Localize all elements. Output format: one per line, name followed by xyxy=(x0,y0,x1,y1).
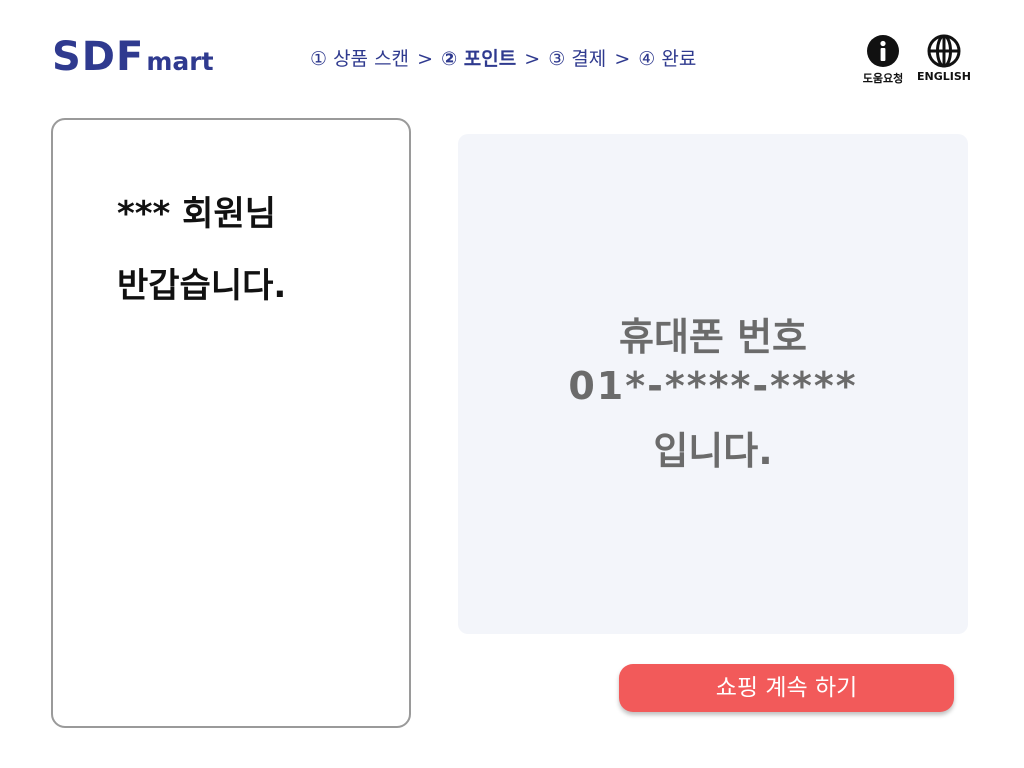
welcome-member-text: *** 회원님 xyxy=(117,194,277,234)
step-separator-icon: > xyxy=(614,48,631,70)
step-points: ② 포인트 xyxy=(441,48,517,70)
logo: SDFmart xyxy=(52,34,214,80)
step-separator-icon: > xyxy=(524,48,541,70)
info-icon xyxy=(867,35,899,67)
phone-title: 휴대폰 번호 xyxy=(618,315,808,359)
help-button[interactable]: 도움요청 xyxy=(858,34,908,86)
language-label: ENGLISH xyxy=(917,70,971,83)
welcome-panel: *** 회원님 반갑습니다. xyxy=(51,118,411,728)
language-button[interactable]: ENGLISH xyxy=(914,34,974,83)
phone-suffix: 입니다. xyxy=(653,429,773,473)
phone-info-panel: 휴대폰 번호 01*-****-**** 입니다. xyxy=(458,134,968,634)
help-label: 도움요청 xyxy=(862,72,904,85)
logo-main: SDF xyxy=(52,34,145,80)
phone-number: 01*-****-**** xyxy=(568,364,858,408)
progress-steps: ① 상품 스캔 > ② 포인트 > ③ 결제 > ④ 완료 xyxy=(310,44,696,71)
continue-shopping-button[interactable]: 쇼핑 계속 하기 xyxy=(619,664,954,712)
logo-sub: mart xyxy=(146,47,214,76)
step-payment: ③ 결제 xyxy=(548,48,607,70)
step-complete: ④ 완료 xyxy=(638,48,697,70)
step-separator-icon: > xyxy=(417,48,434,70)
step-scan: ① 상품 스캔 xyxy=(310,48,410,70)
globe-icon xyxy=(927,34,961,68)
welcome-greeting-text: 반갑습니다. xyxy=(117,266,287,306)
